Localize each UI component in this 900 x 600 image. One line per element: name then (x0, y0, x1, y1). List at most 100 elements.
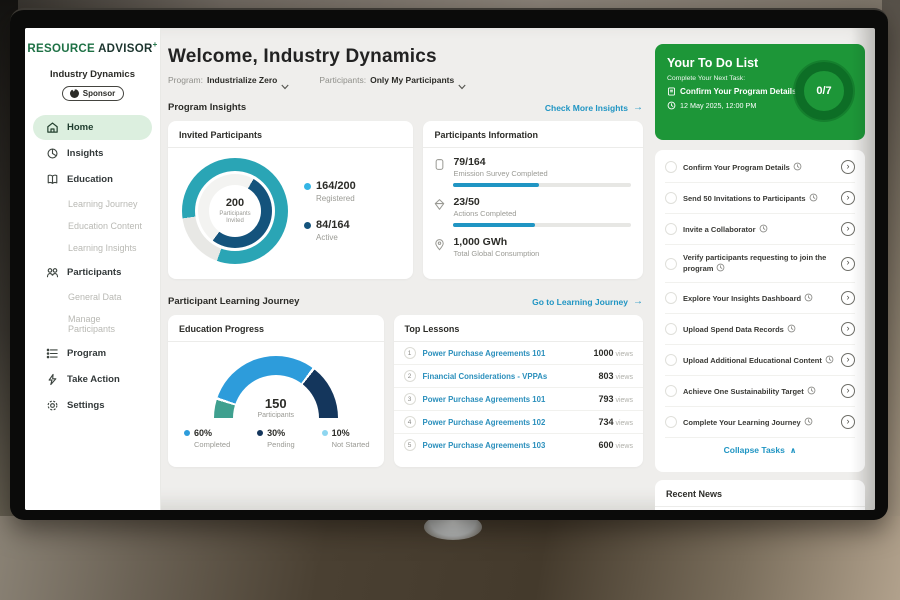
survey-icon (433, 158, 446, 171)
stat-actions-completed: 23/50 Actions Completed (433, 196, 631, 227)
clock-icon (804, 293, 813, 302)
legend-not-started: 10% Not Started (322, 428, 370, 449)
lesson-row: 4 Power Purchase Agreements 102 734views (394, 411, 643, 434)
task-open-chevron[interactable] (841, 415, 855, 429)
filters-row: Program: Industrialize Zero Participants… (168, 75, 643, 85)
task-checkbox[interactable] (665, 161, 677, 173)
check-more-insights-link[interactable]: Check More Insights (545, 102, 643, 113)
lesson-rank: 1 (404, 347, 416, 359)
lesson-row: 1 Power Purchase Agreements 101 1000view… (394, 342, 643, 365)
sidebar-item-take-action[interactable]: Take Action (33, 367, 152, 392)
clock-icon (807, 386, 816, 395)
lesson-link[interactable]: Power Purchase Agreements 101 (423, 395, 592, 404)
stat-global-consumption: 1,000 GWh Total Global Consumption (433, 236, 631, 258)
document-icon (667, 87, 676, 96)
sidebar-item-learning-insights[interactable]: Learning Insights (33, 237, 152, 259)
take-action-icon (46, 373, 59, 386)
chevron-down-icon (281, 77, 289, 83)
legend-dot (304, 222, 311, 229)
logo-resource: RESOURCE (27, 43, 95, 55)
participants-dropdown[interactable]: Participants: Only My Participants (319, 75, 466, 85)
invited-participants-card: Invited Participants 200 Participants In… (168, 121, 413, 279)
collapse-tasks-link[interactable]: Collapse Tasks (665, 438, 855, 460)
task-open-chevron[interactable] (841, 291, 855, 305)
sidebar-item-education[interactable]: Education (33, 167, 152, 192)
task-checkbox[interactable] (665, 292, 677, 304)
invited-donut-chart: 200 Participants Invited (182, 158, 288, 264)
task-row-explore-insights[interactable]: Explore Your Insights Dashboard (665, 283, 855, 314)
chevron-up-icon (790, 445, 797, 455)
learning-journey-title: Participant Learning Journey (168, 296, 299, 307)
task-open-chevron[interactable] (841, 257, 855, 271)
program-insights-title: Program Insights (168, 102, 246, 113)
task-row-upload-spend-data[interactable]: Upload Spend Data Records (665, 314, 855, 345)
task-row-confirm-program[interactable]: Confirm Your Program Details (665, 152, 855, 183)
education-icon (46, 173, 59, 186)
task-checkbox[interactable] (665, 258, 677, 270)
sidebar-item-program[interactable]: Program (33, 341, 152, 366)
task-row-achieve-sustainability-target[interactable]: Achieve One Sustainability Target (665, 376, 855, 407)
clock-icon (793, 162, 802, 171)
lesson-row: 3 Power Purchase Agreements 101 793views (394, 388, 643, 411)
clock-icon (787, 324, 796, 333)
progress-bar (453, 223, 631, 227)
lesson-link[interactable]: Power Purchase Agreements 101 (423, 349, 587, 358)
lesson-link[interactable]: Power Purchase Agreements 103 (423, 441, 592, 450)
sidebar-item-manage-participants[interactable]: Manage Participants (33, 308, 152, 340)
task-row-verify-participants[interactable]: Verify participants requesting to join t… (665, 245, 855, 283)
organization-name: Industry Dynamics (25, 69, 160, 80)
task-open-chevron[interactable] (841, 191, 855, 205)
actions-icon (433, 198, 446, 211)
sidebar-item-settings[interactable]: Settings (33, 393, 152, 418)
clock-icon (716, 263, 725, 272)
lesson-link[interactable]: Financial Considerations - VPPAs (423, 372, 592, 381)
task-open-chevron[interactable] (841, 222, 855, 236)
insights-icon (46, 147, 59, 160)
progress-bar (453, 183, 631, 187)
main-content: Welcome, Industry Dynamics Program: Indu… (161, 28, 653, 510)
lesson-rank: 4 (404, 416, 416, 428)
gear-icon (46, 399, 59, 412)
todo-progress-ring: 0/7 (795, 62, 853, 120)
task-row-complete-learning-journey[interactable]: Complete Your Learning Journey (665, 407, 855, 438)
task-row-invite-collaborator[interactable]: Invite a Collaborator (665, 214, 855, 245)
task-checkbox[interactable] (665, 323, 677, 335)
task-checkbox[interactable] (665, 223, 677, 235)
invited-legend: 164/200 Registered 84/164 Active (304, 180, 356, 242)
sponsor-icon (70, 89, 79, 98)
sidebar-item-home[interactable]: Home (33, 115, 152, 140)
task-open-chevron[interactable] (841, 322, 855, 336)
home-icon (46, 121, 59, 134)
task-row-send-invitations[interactable]: Send 50 Invitations to Participants (665, 183, 855, 214)
legend-registered: 164/200 Registered (304, 180, 356, 203)
due-date: 12 May 2025, 12:00 PM (667, 101, 797, 110)
task-checkbox[interactable] (665, 416, 677, 428)
sidebar-item-general-data[interactable]: General Data (33, 286, 152, 308)
task-checkbox[interactable] (665, 354, 677, 366)
stat-emission-survey: 79/164 Emission Survey Completed (433, 156, 631, 187)
task-open-chevron[interactable] (841, 353, 855, 367)
participants-icon (46, 266, 59, 279)
sidebar-item-insights[interactable]: Insights (33, 141, 152, 166)
task-checkbox[interactable] (665, 385, 677, 397)
sponsor-badge: Sponsor (62, 86, 124, 101)
task-checkbox[interactable] (665, 192, 677, 204)
sidebar-item-participants[interactable]: Participants (33, 260, 152, 285)
lesson-rank: 3 (404, 393, 416, 405)
consumption-icon (433, 238, 446, 251)
top-lessons-card: Top Lessons 1 Power Purchase Agreements … (394, 315, 643, 467)
go-to-learning-journey-link[interactable]: Go to Learning Journey (532, 296, 643, 307)
task-row-upload-educational-content[interactable]: Upload Additional Educational Content (665, 345, 855, 376)
legend-dot (322, 430, 328, 436)
task-open-chevron[interactable] (841, 160, 855, 174)
sidebar-item-learning-journey[interactable]: Learning Journey (33, 193, 152, 215)
program-dropdown[interactable]: Program: Industrialize Zero (168, 75, 289, 85)
task-open-chevron[interactable] (841, 384, 855, 398)
sidebar-item-education-content[interactable]: Education Content (33, 215, 152, 237)
monitor-frame: RESOURCE ADVISOR+ Industry Dynamics Spon… (10, 8, 888, 520)
clock-icon (809, 193, 818, 202)
lesson-link[interactable]: Power Purchase Agreements 102 (423, 418, 592, 427)
clock-icon (825, 355, 834, 364)
lesson-rank: 5 (404, 439, 416, 451)
lesson-rank: 2 (404, 370, 416, 382)
